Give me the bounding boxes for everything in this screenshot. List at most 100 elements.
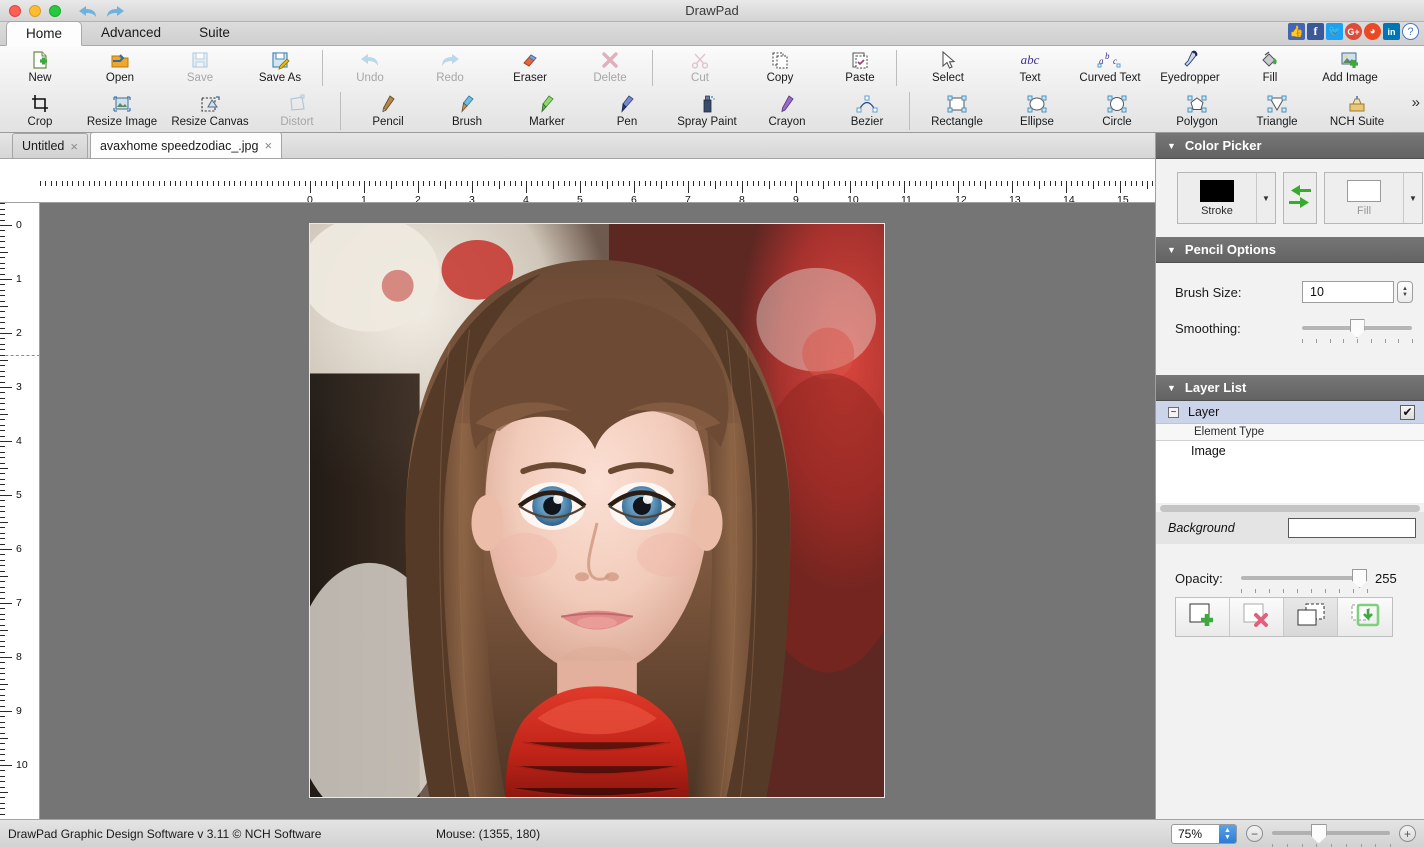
facebook-icon[interactable]: f: [1307, 23, 1324, 40]
eyedropper-tool-button[interactable]: Eyedropper: [1150, 46, 1230, 90]
layer-list-horizontal-scrollbar[interactable]: [1156, 503, 1424, 512]
redo-button[interactable]: Redo: [410, 46, 490, 90]
twitter-icon[interactable]: 🐦: [1326, 23, 1343, 40]
zoom-stepper[interactable]: ▲ ▼: [1219, 824, 1236, 843]
layer-element-item[interactable]: Image: [1156, 441, 1424, 461]
crayon-tool-button[interactable]: Crayon: [747, 90, 827, 132]
ribbon-label: Resize Canvas: [171, 116, 249, 128]
merge-down-layer-button[interactable]: [1338, 598, 1392, 636]
pencil-tool-button[interactable]: Pencil: [348, 90, 428, 132]
opacity-slider-track[interactable]: [1241, 576, 1367, 580]
canvas-workspace[interactable]: [40, 203, 1155, 819]
opacity-slider-knob[interactable]: [1352, 569, 1367, 588]
resize-canvas-button[interactable]: Resize Canvas: [170, 90, 250, 132]
marker-tool-button[interactable]: Marker: [507, 90, 587, 132]
collapse-triangle-icon[interactable]: ▼: [1167, 245, 1176, 255]
pencil-options-panel-header[interactable]: ▼ Pencil Options: [1156, 237, 1424, 263]
stumbleupon-icon[interactable]: ◕: [1364, 23, 1381, 40]
copy-button[interactable]: Copy: [740, 46, 820, 90]
ribbon-label: Polygon: [1176, 116, 1218, 128]
document-tab-avaxhome[interactable]: avaxhome speedzodiac_.jpg ×: [89, 132, 283, 158]
save-button[interactable]: Save: [160, 46, 240, 90]
triangle-shape-icon: [1266, 93, 1288, 115]
undo-button[interactable]: Undo: [330, 46, 410, 90]
background-color-swatch[interactable]: [1288, 518, 1416, 538]
document-tab-untitled[interactable]: Untitled ×: [12, 133, 88, 158]
stroke-color-control[interactable]: Stroke ▼: [1177, 172, 1276, 224]
eraser-button[interactable]: Eraser: [490, 46, 570, 90]
fill-color-chip[interactable]: [1347, 179, 1381, 202]
select-tool-button[interactable]: Select: [908, 46, 988, 90]
curved-text-tool-button[interactable]: abc Curved Text: [1070, 46, 1150, 90]
crop-button[interactable]: Crop: [0, 90, 80, 132]
add-layer-button[interactable]: [1176, 598, 1230, 636]
app-info-text: DrawPad Graphic Design Software v 3.11 ©…: [8, 826, 322, 841]
delete-layer-button[interactable]: [1230, 598, 1284, 636]
layer-visibility-checkbox[interactable]: ✔: [1400, 404, 1415, 420]
ribbon-expand-chevron-icon[interactable]: »: [1412, 94, 1420, 111]
zoom-slider-track[interactable]: [1272, 830, 1390, 835]
duplicate-layer-button[interactable]: [1284, 598, 1338, 636]
background-row[interactable]: Background: [1156, 512, 1424, 544]
fill-tool-button[interactable]: Fill: [1230, 46, 1310, 90]
ribbon-label: Crop: [27, 116, 53, 128]
ribbon-label: New: [28, 72, 52, 84]
google-plus-icon[interactable]: G+: [1345, 23, 1362, 40]
ribbon-label: Marker: [529, 116, 565, 128]
tab-home[interactable]: Home: [6, 21, 83, 46]
close-tab-icon[interactable]: ×: [70, 139, 78, 154]
opacity-slider[interactable]: [1241, 567, 1368, 593]
linkedin-icon[interactable]: in: [1383, 23, 1400, 40]
rectangle-tool-button[interactable]: Rectangle: [917, 90, 997, 132]
circle-tool-button[interactable]: Circle: [1077, 90, 1157, 132]
stroke-dropdown-arrow-icon[interactable]: ▼: [1256, 173, 1275, 223]
layer-expand-toggle-icon[interactable]: −: [1168, 406, 1179, 418]
fill-color-control[interactable]: Fill ▼: [1324, 172, 1423, 224]
spray-paint-tool-button[interactable]: Spray Paint: [667, 90, 747, 132]
cut-button[interactable]: Cut: [660, 46, 740, 90]
collapse-triangle-icon[interactable]: ▼: [1167, 383, 1176, 393]
smoothing-slider[interactable]: [1302, 317, 1413, 343]
brush-size-input[interactable]: 10: [1302, 281, 1394, 303]
canvas-image[interactable]: [309, 223, 885, 798]
add-image-button[interactable]: Add Image: [1310, 46, 1390, 90]
brush-size-stepper[interactable]: ▲ ▼: [1397, 281, 1413, 303]
layer-list-panel-header[interactable]: ▼ Layer List: [1156, 375, 1424, 401]
ellipse-tool-button[interactable]: Ellipse: [997, 90, 1077, 132]
close-tab-icon[interactable]: ×: [264, 138, 272, 153]
brush-tool-button[interactable]: Brush: [427, 90, 507, 132]
thumbs-up-icon[interactable]: 👍: [1288, 23, 1305, 40]
triangle-tool-button[interactable]: Triangle: [1237, 90, 1317, 132]
layer-row[interactable]: − Layer ✔: [1156, 401, 1424, 424]
layer-action-buttons: [1175, 597, 1393, 637]
fill-dropdown-arrow-icon[interactable]: ▼: [1403, 173, 1422, 223]
tab-suite[interactable]: Suite: [180, 21, 249, 45]
bezier-tool-button[interactable]: Bezier: [827, 90, 907, 132]
swap-colors-button[interactable]: [1283, 172, 1317, 224]
zoom-slider[interactable]: [1272, 823, 1391, 847]
save-as-button[interactable]: Save As: [240, 46, 320, 90]
paste-button[interactable]: Paste: [820, 46, 900, 90]
stroke-color-chip[interactable]: [1200, 179, 1234, 202]
collapse-triangle-icon[interactable]: ▼: [1167, 141, 1176, 151]
resize-image-button[interactable]: Resize Image: [82, 90, 162, 132]
zoom-out-button[interactable]: −: [1246, 825, 1263, 842]
ruler-label: 5: [16, 489, 22, 501]
color-picker-panel-header[interactable]: ▼ Color Picker: [1156, 133, 1424, 159]
open-button[interactable]: Open: [80, 46, 160, 90]
pen-tool-button[interactable]: Pen: [587, 90, 667, 132]
new-button[interactable]: New: [0, 46, 80, 90]
fill-swatch[interactable]: Fill: [1325, 173, 1403, 223]
nch-suite-button[interactable]: NCH Suite: [1317, 90, 1397, 132]
distort-button[interactable]: Distort: [257, 90, 337, 132]
help-icon[interactable]: ?: [1402, 23, 1419, 40]
delete-button[interactable]: Delete: [570, 46, 650, 90]
zoom-level-input[interactable]: 75% ▲ ▼: [1171, 823, 1237, 844]
stroke-swatch[interactable]: Stroke: [1178, 173, 1256, 223]
tab-advanced[interactable]: Advanced: [82, 21, 180, 45]
zoom-slider-knob[interactable]: [1310, 823, 1327, 844]
zoom-in-button[interactable]: +: [1399, 825, 1416, 842]
smoothing-slider-knob[interactable]: [1349, 319, 1365, 338]
polygon-tool-button[interactable]: Polygon: [1157, 90, 1237, 132]
text-tool-button[interactable]: abc Text: [990, 46, 1070, 90]
